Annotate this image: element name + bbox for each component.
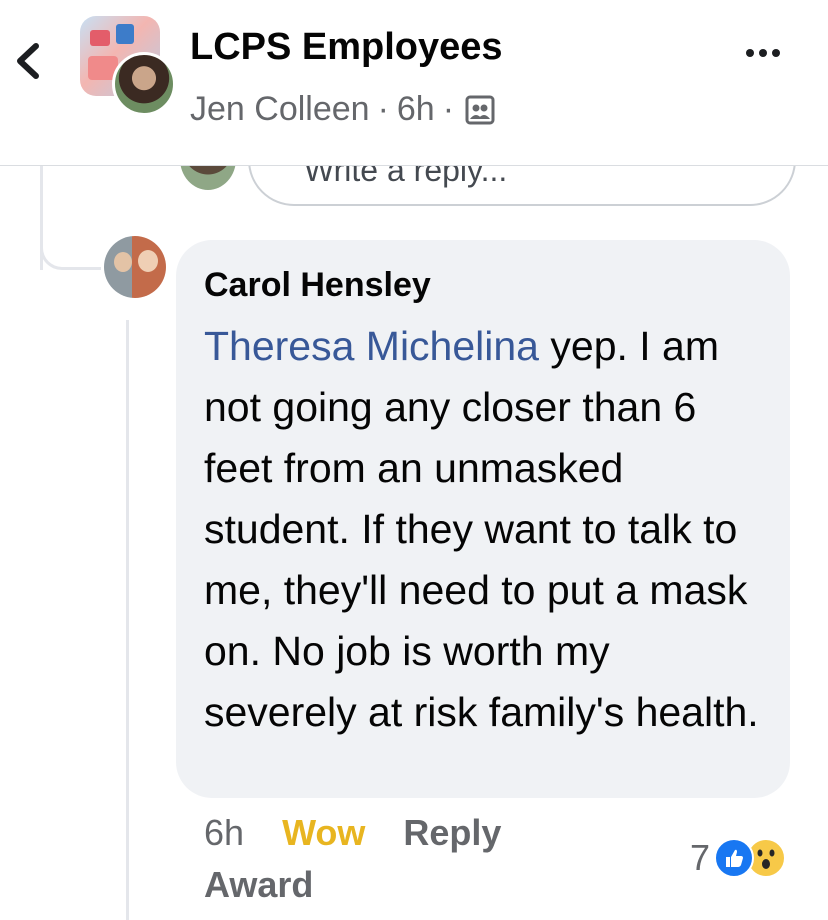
back-chevron-icon[interactable]: [8, 38, 48, 84]
reaction-summary[interactable]: 7: [690, 837, 787, 878]
group-title[interactable]: LCPS Employees: [190, 26, 503, 69]
like-icon: [714, 838, 755, 878]
thread-connector: [40, 215, 101, 270]
user-avatar[interactable]: [112, 52, 176, 116]
separator-dot: ·: [377, 90, 389, 128]
separator-dot: ·: [442, 90, 455, 128]
more-icon[interactable]: [746, 44, 790, 68]
comment-text: Theresa Michelina yep. I am not going an…: [204, 316, 764, 743]
comment-age[interactable]: 6h: [204, 812, 244, 853]
avatar-face: [114, 252, 132, 272]
post-meta: Jen Colleen · 6h ·: [190, 90, 496, 129]
commenter-avatar[interactable]: [104, 236, 166, 298]
award-button[interactable]: Award: [204, 864, 313, 906]
comment-body: yep. I am not going any closer than 6 fe…: [204, 323, 759, 735]
privacy-icon: [465, 95, 495, 124]
reaction-count: 7: [690, 837, 711, 878]
comment-actions: 6h Wow Reply: [204, 812, 529, 854]
author-name[interactable]: Jen Colleen: [190, 90, 370, 129]
avatar-face: [138, 250, 158, 272]
thread-connector: [126, 320, 129, 920]
reply-button[interactable]: Reply: [403, 812, 501, 853]
group-avatar-art: [90, 30, 110, 46]
post-header: LCPS Employees Jen Colleen · 6h ·: [0, 0, 828, 166]
group-avatar-art: [116, 24, 134, 44]
mention-link[interactable]: Theresa Michelina: [204, 323, 539, 369]
post-age[interactable]: 6h: [397, 90, 435, 129]
wow-reaction-button[interactable]: Wow: [282, 812, 365, 853]
comment-author[interactable]: Carol Hensley: [204, 266, 431, 305]
comment-bubble: Carol Hensley Theresa Michelina yep. I a…: [176, 240, 790, 798]
